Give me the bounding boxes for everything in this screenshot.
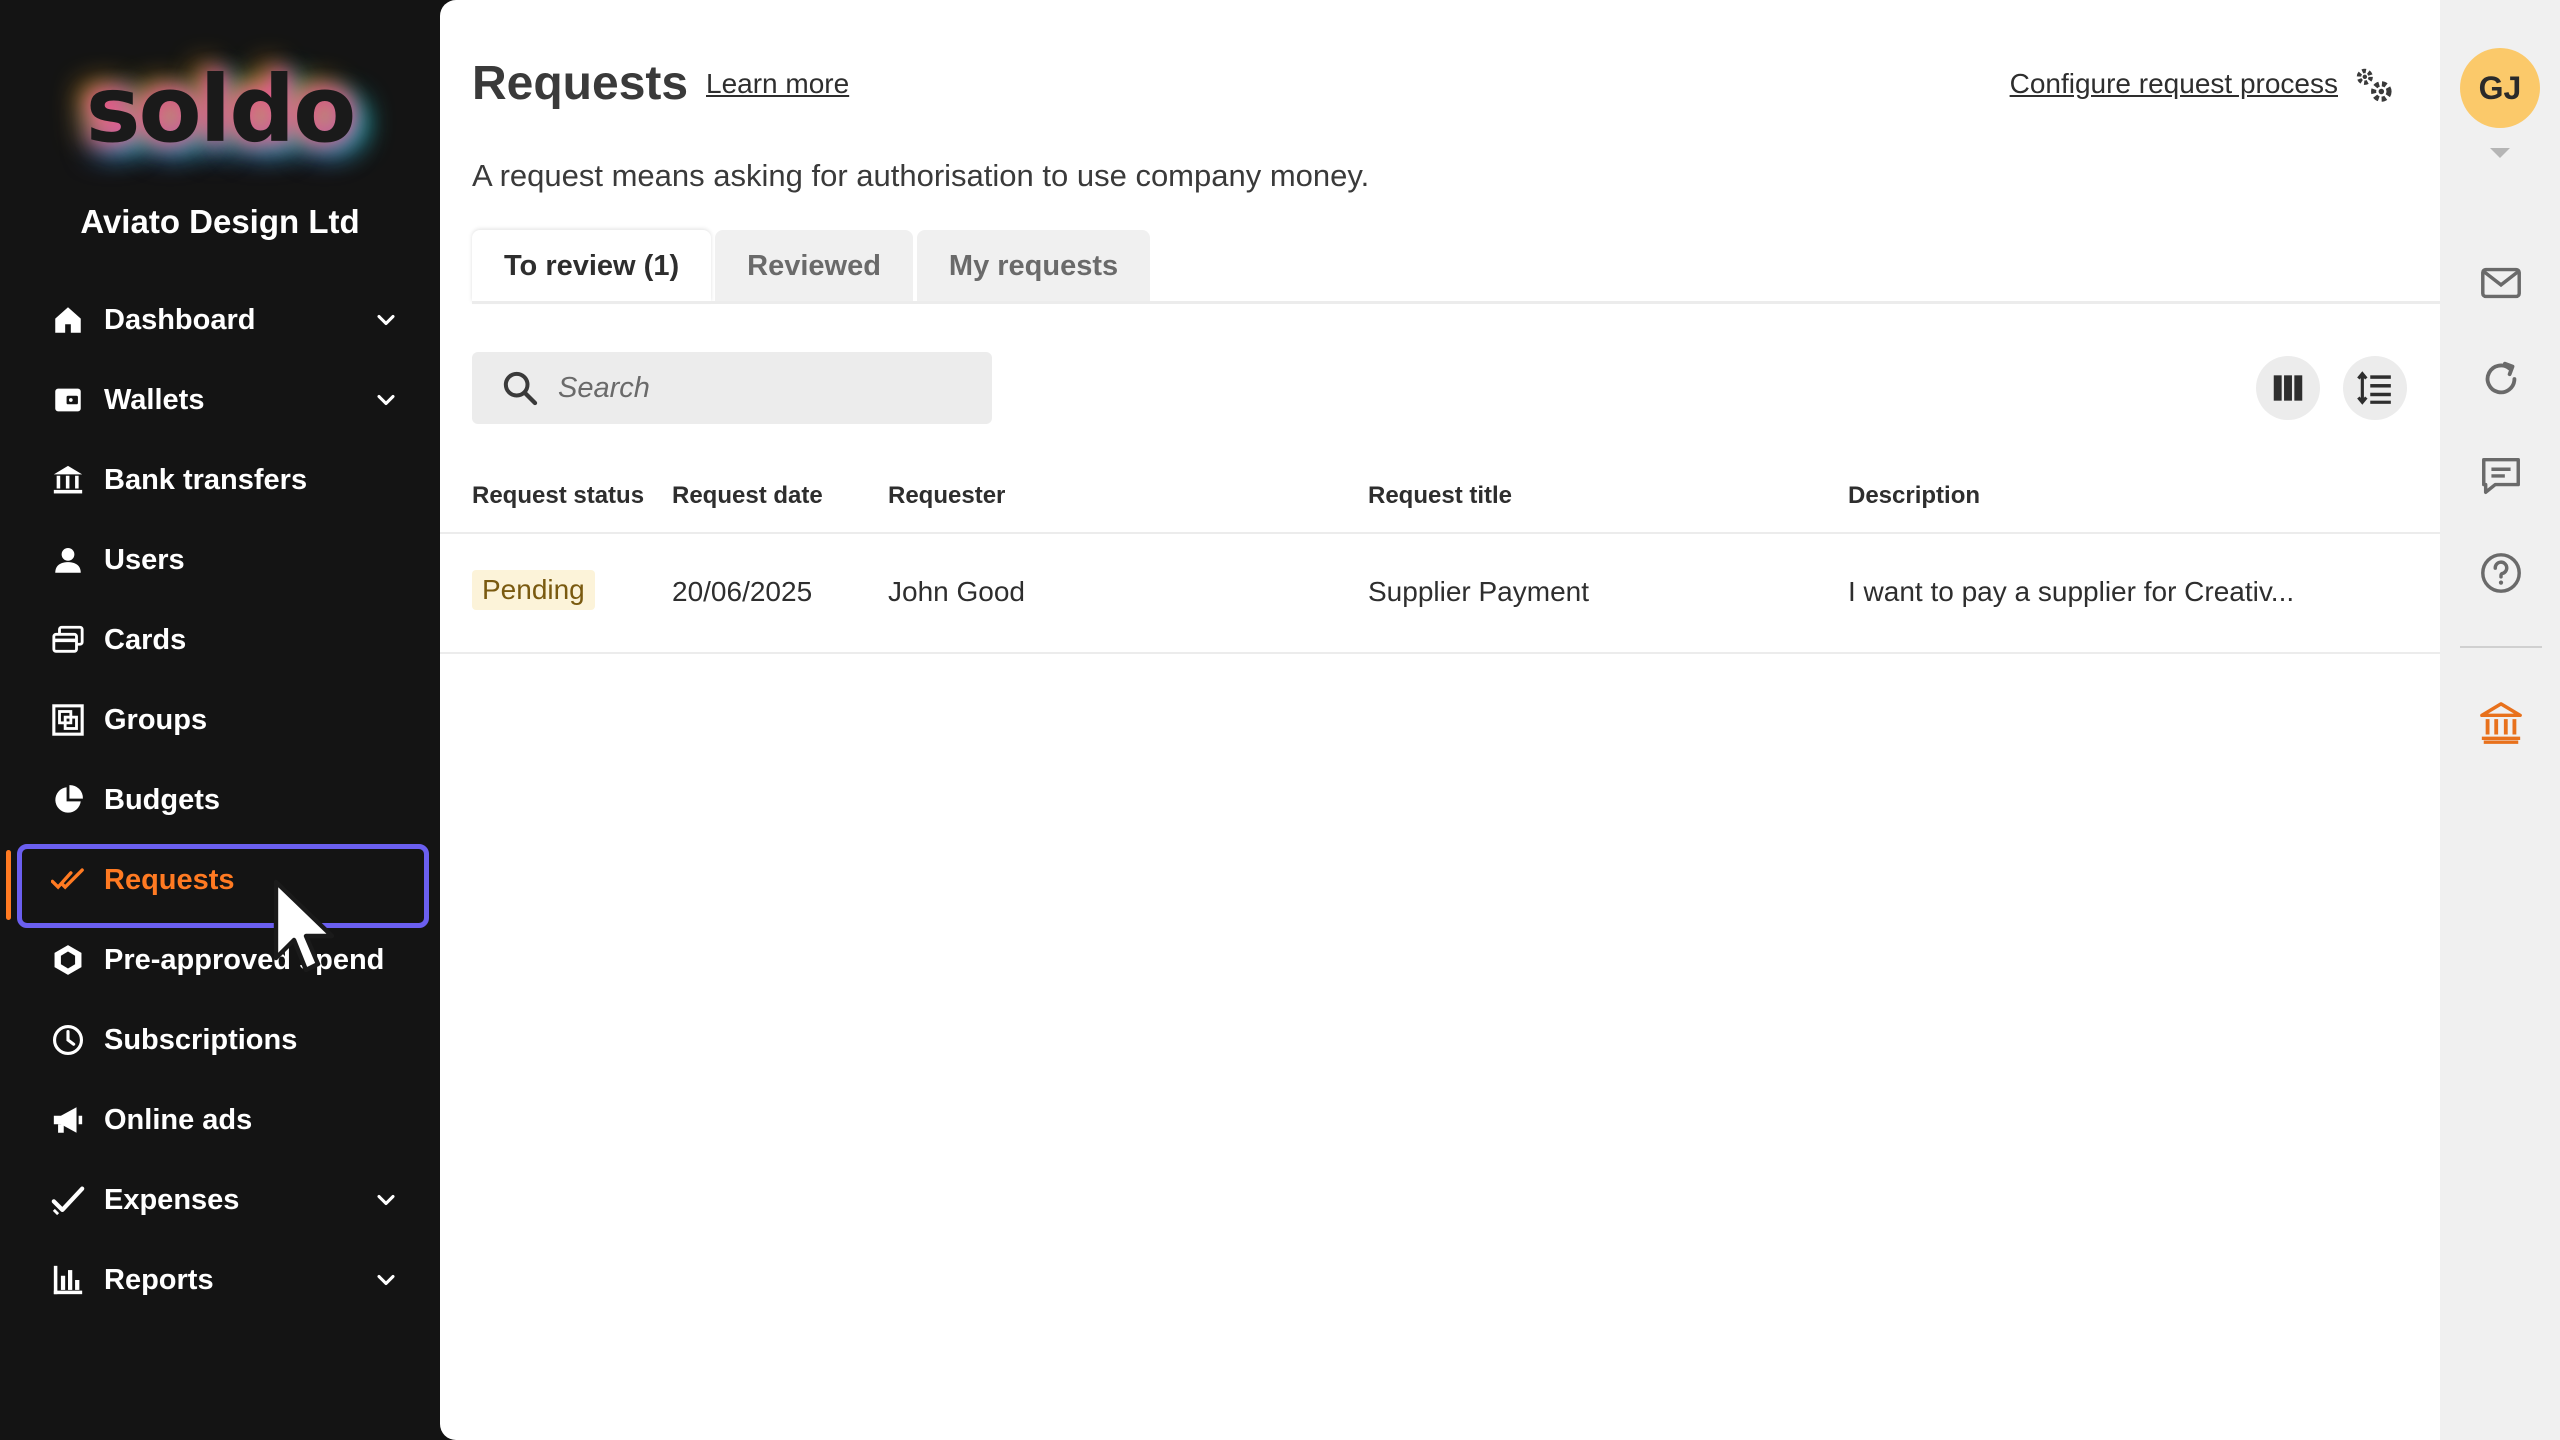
cards-icon (50, 622, 86, 658)
right-rail: GJ (2440, 0, 2560, 1440)
chat-icon[interactable] (2478, 452, 2524, 498)
chevron-down-icon[interactable] (372, 386, 400, 414)
refresh-icon[interactable] (2478, 356, 2524, 402)
settings-cogs-icon[interactable] (2352, 64, 2396, 108)
tabs-divider (472, 301, 2440, 304)
column-header-status[interactable]: Request status (472, 482, 644, 510)
avatar[interactable]: GJ (2460, 48, 2540, 128)
sidebar-item-groups[interactable]: Groups (0, 680, 440, 760)
learn-more-link[interactable]: Learn more (706, 68, 849, 100)
megaphone-icon (50, 1102, 86, 1138)
main-content: Requests Learn more Configure request pr… (440, 0, 2440, 1440)
sidebar-item-subscriptions[interactable]: Subscriptions (0, 1000, 440, 1080)
chevron-down-icon[interactable] (372, 306, 400, 334)
clock-icon (50, 1022, 86, 1058)
groups-icon (50, 702, 86, 738)
bank-icon[interactable] (2478, 700, 2524, 746)
sidebar-item-label: Online ads (104, 1103, 253, 1136)
home-icon (50, 302, 86, 338)
mail-icon[interactable] (2478, 260, 2524, 306)
sidebar-item-label: Groups (104, 703, 208, 736)
tab-to-review[interactable]: To review (1) (472, 230, 712, 302)
column-header-title[interactable]: Request title (1368, 482, 1512, 510)
sidebar-item-bank-transfers[interactable]: Bank transfers (0, 440, 440, 520)
check-icon (50, 1182, 86, 1218)
column-header-requester[interactable]: Requester (888, 482, 1005, 510)
organization-name: Aviato Design Ltd (80, 203, 360, 240)
sidebar-item-label: Users (104, 543, 185, 576)
search-box[interactable] (472, 352, 992, 424)
column-header-date[interactable]: Request date (672, 482, 823, 510)
status-badge: Pending (472, 570, 595, 610)
columns-icon (2273, 375, 2303, 401)
sidebar-item-label: Bank transfers (104, 463, 308, 496)
request-date: 20/06/2025 (672, 576, 813, 607)
sidebar-item-label: Expenses (104, 1183, 240, 1216)
column-header-description[interactable]: Description (1848, 482, 1980, 510)
table-header: Request status Request date Requester Re… (440, 460, 2440, 534)
sidebar-item-users[interactable]: Users (0, 520, 440, 600)
hexagon-icon (50, 942, 86, 978)
active-indicator (6, 850, 11, 920)
request-title: Supplier Payment (1368, 576, 1590, 607)
sidebar-item-label: Cards (104, 623, 187, 656)
user-icon (50, 542, 86, 578)
sidebar-item-label: Wallets (104, 383, 205, 416)
rail-divider (2460, 646, 2542, 648)
chevron-down-icon[interactable] (372, 1186, 400, 1214)
sidebar-item-pre-approved-spend[interactable]: Pre-approved spend (0, 920, 440, 1000)
sidebar-item-budgets[interactable]: Budgets (0, 760, 440, 840)
caret-down-icon[interactable] (2490, 148, 2510, 158)
search-input[interactable] (558, 371, 958, 405)
sidebar-nav: Dashboard Wallets Bank transfers Users C… (0, 280, 440, 1320)
sidebar: soldo Aviato Design Ltd Dashboard Wallet… (0, 0, 440, 1440)
configure-request-process-link[interactable]: Configure request process (2010, 68, 2338, 100)
line-spacing-icon (2357, 371, 2391, 405)
bar-chart-icon (50, 1262, 86, 1298)
focus-ring (17, 844, 429, 928)
row-density-button[interactable] (2343, 356, 2407, 420)
sidebar-item-requests[interactable]: Requests (0, 840, 440, 928)
mouse-cursor-icon (273, 879, 335, 973)
help-icon[interactable] (2478, 550, 2524, 596)
page-subtitle: A request means asking for authorisation… (472, 158, 1370, 193)
requests-table: Request status Request date Requester Re… (440, 460, 2440, 654)
logo[interactable]: soldo (0, 50, 440, 169)
logo-text: soldo (85, 56, 357, 163)
sidebar-item-label: Reports (104, 1263, 214, 1296)
wallet-icon (50, 382, 86, 418)
sidebar-item-wallets[interactable]: Wallets (0, 360, 440, 440)
sidebar-item-cards[interactable]: Cards (0, 600, 440, 680)
sidebar-item-expenses[interactable]: Expenses (0, 1160, 440, 1240)
sidebar-item-label: Subscriptions (104, 1023, 298, 1056)
sidebar-item-dashboard[interactable]: Dashboard (0, 280, 440, 360)
tab-reviewed[interactable]: Reviewed (715, 230, 913, 302)
page-title: Requests (472, 57, 689, 110)
request-description: I want to pay a supplier for Creativ... (1848, 576, 2295, 607)
columns-button[interactable] (2256, 356, 2320, 420)
request-tabs: To review (1) Reviewed My requests (472, 230, 1154, 302)
bank-transfer-icon (50, 462, 86, 498)
chevron-down-icon[interactable] (372, 1266, 400, 1294)
table-row[interactable]: Pending 20/06/2025 John Good Supplier Pa… (440, 534, 2440, 654)
requester-name: John Good (888, 576, 1025, 607)
sidebar-item-label: Dashboard (104, 303, 256, 336)
sidebar-item-label: Budgets (104, 783, 220, 816)
sidebar-item-online-ads[interactable]: Online ads (0, 1080, 440, 1160)
tab-my-requests[interactable]: My requests (916, 230, 1151, 302)
sidebar-item-reports[interactable]: Reports (0, 1240, 440, 1320)
pie-chart-icon (50, 782, 86, 818)
search-icon (503, 371, 538, 406)
